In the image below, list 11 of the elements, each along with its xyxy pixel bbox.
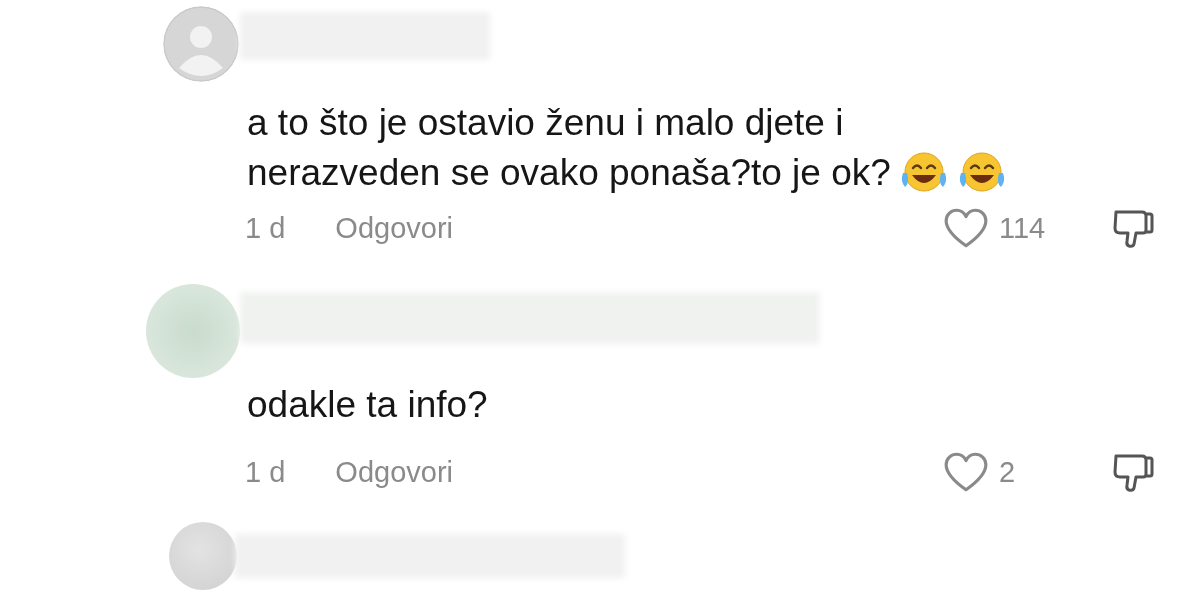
reply-button[interactable]: Odgovori [335,211,453,245]
comment-text: a to što je ostavio ženu i malo djete i [247,101,844,145]
comment-text: nerazveden se ovako ponaša?to je ok? [247,151,891,195]
heart-icon[interactable] [943,207,989,249]
comment-text: odakle ta info? [247,383,488,427]
heart-icon[interactable] [943,451,989,493]
like-count: 2 [999,455,1017,489]
reply-button[interactable]: Odgovori [335,455,453,489]
comment-time: 1 d [245,211,286,245]
like-count: 114 [999,211,1047,245]
comment-time: 1 d [245,455,286,489]
